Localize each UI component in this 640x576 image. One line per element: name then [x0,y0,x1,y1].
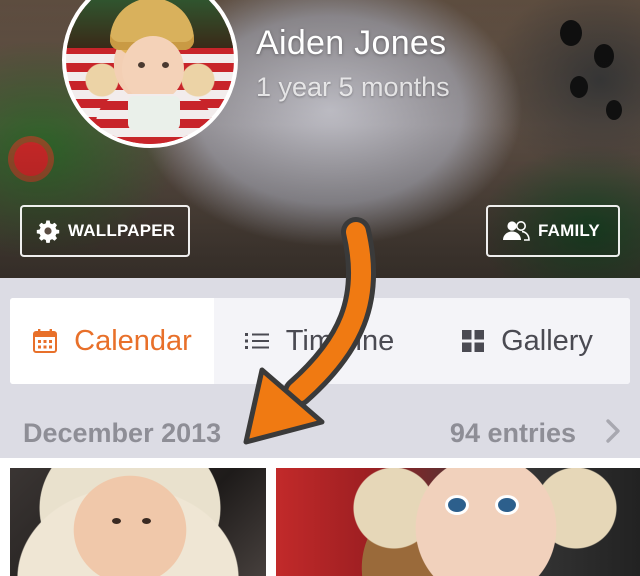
photo-detail [448,498,466,512]
profile-name: Aiden Jones [256,24,447,62]
avatar-photo-part [162,62,169,68]
grid-icon [462,330,485,352]
photo-detail [112,518,121,524]
calendar-icon [33,329,58,353]
tab-calendar-label: Calendar [74,324,192,357]
month-title: December 2013 [23,418,222,448]
profile-age: 1 year 5 months [256,72,450,102]
avatar-photo-part [128,96,180,130]
people-icon [503,221,530,241]
photo-thumbnail[interactable] [276,468,640,576]
chevron-right-icon[interactable] [598,416,628,446]
wallpaper-button-label: WALLPAPER [68,221,176,240]
tab-timeline-label: Timeline [285,324,395,357]
photo-thumbnail[interactable] [10,468,266,576]
view-tab-bar: Calendar Timeline Gallery [10,298,630,384]
avatar-photo-part [122,36,184,102]
tab-calendar[interactable]: Calendar [10,298,214,384]
photo-detail [142,518,151,524]
month-entry-count: 94 entries [449,418,576,448]
photo-detail [498,498,516,512]
avatar-photo-part [138,62,145,68]
wallpaper-button[interactable]: WALLPAPER [20,205,190,257]
tab-gallery[interactable]: Gallery [424,298,630,384]
gear-icon [36,220,60,243]
family-button[interactable]: FAMILY [486,205,620,257]
profile-cover: Aiden Jones 1 year 5 months WALLPAPER FA… [0,0,640,278]
list-icon [244,333,269,349]
tab-gallery-label: Gallery [501,324,593,357]
family-button-label: FAMILY [538,221,600,240]
tab-timeline[interactable]: Timeline [214,298,424,384]
month-header[interactable]: December 2013 94 entries [0,402,640,458]
photo-grid [0,458,640,576]
